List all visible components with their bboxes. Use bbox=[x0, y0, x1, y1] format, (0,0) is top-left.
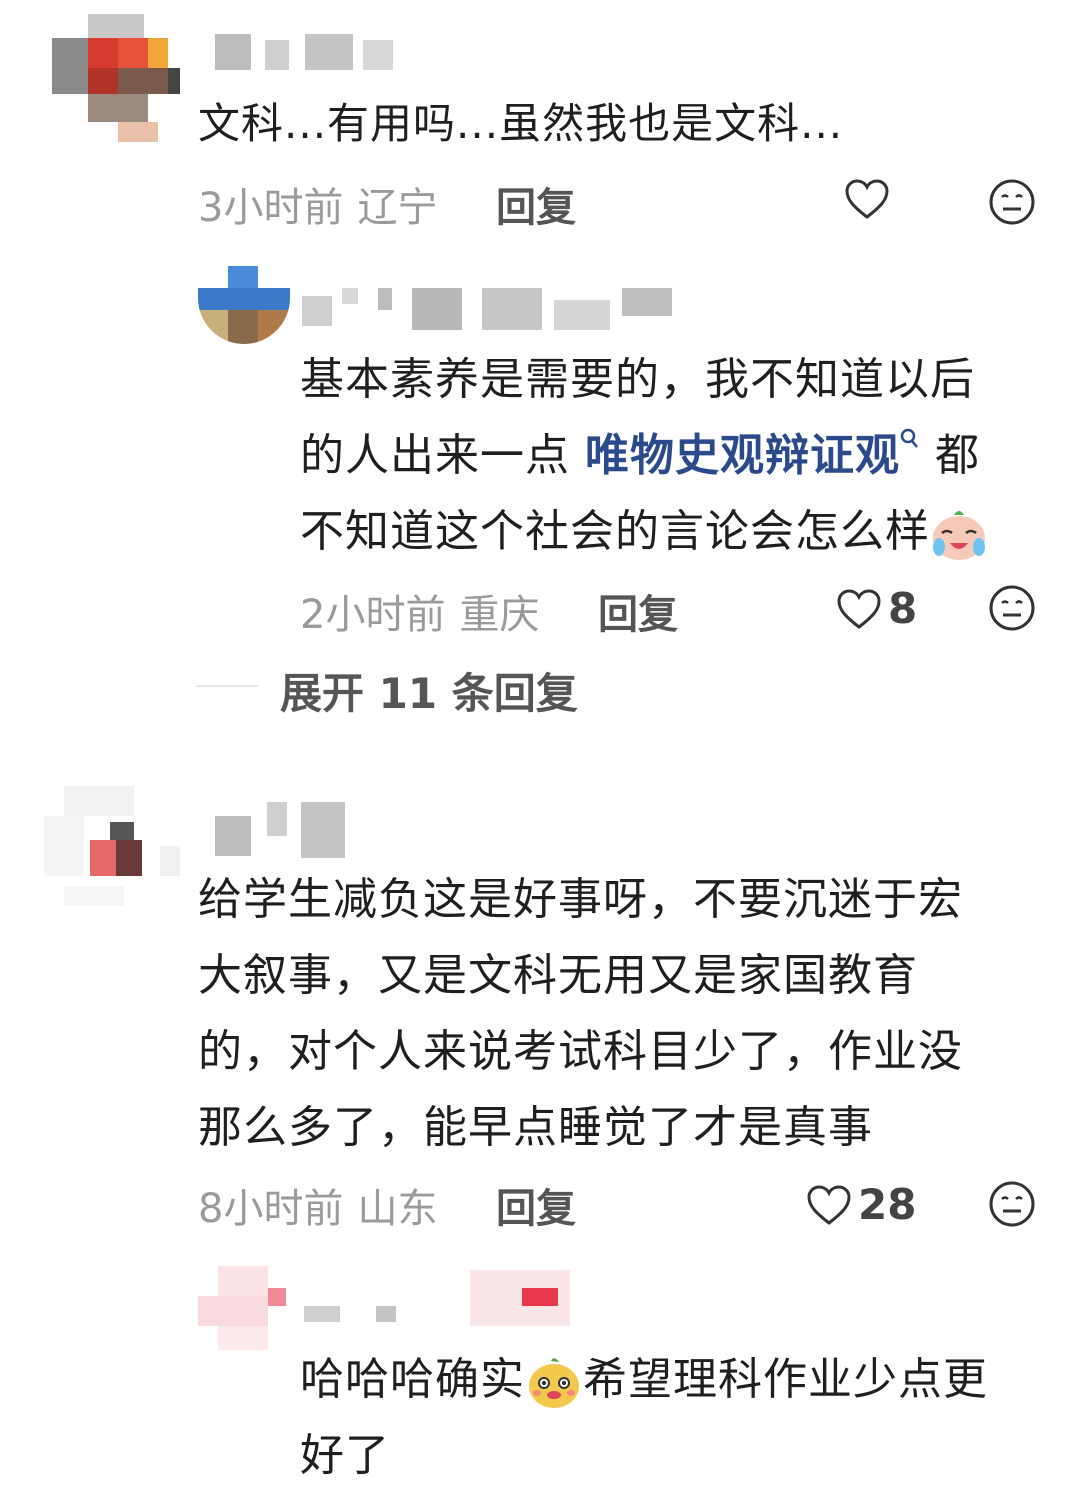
avatar[interactable] bbox=[52, 14, 180, 142]
location: 重庆 bbox=[459, 592, 540, 638]
reply-button[interactable]: 回复 bbox=[598, 582, 678, 640]
topic-link[interactable]: 唯物史观辩证观 bbox=[585, 428, 920, 481]
heart-outline-icon bbox=[807, 1184, 851, 1225]
reply-button[interactable]: 回复 bbox=[496, 175, 576, 233]
neutral-face-icon bbox=[989, 1181, 1035, 1227]
smug-face-emoji-icon bbox=[529, 1358, 579, 1408]
location: 山东 bbox=[357, 1186, 438, 1232]
divider bbox=[196, 685, 258, 687]
crying-laughing-emoji-icon bbox=[933, 511, 985, 560]
expand-replies-button[interactable]: 展开 11 条回复 bbox=[280, 660, 578, 721]
search-icon bbox=[900, 428, 918, 448]
dislike-button[interactable] bbox=[988, 178, 1036, 230]
neutral-face-icon bbox=[989, 585, 1035, 631]
comment-meta: 8小时前 山东 bbox=[198, 1176, 437, 1234]
reply-meta: 2小时前 重庆 bbox=[300, 582, 539, 640]
like-button[interactable]: 8 bbox=[836, 584, 917, 633]
avatar[interactable] bbox=[198, 266, 290, 344]
like-button[interactable]: 28 bbox=[806, 1180, 916, 1229]
username[interactable] bbox=[215, 802, 345, 858]
comment-text: 文科...有用吗...虽然我也是文科... bbox=[198, 99, 844, 148]
heart-outline-icon bbox=[845, 179, 889, 219]
like-count: 28 bbox=[858, 1180, 917, 1229]
heart-outline-icon bbox=[837, 588, 881, 629]
avatar[interactable] bbox=[44, 786, 184, 906]
dislike-button[interactable] bbox=[988, 1180, 1036, 1232]
neutral-face-icon bbox=[989, 179, 1035, 225]
timestamp: 3小时前 bbox=[198, 185, 344, 231]
timestamp: 8小时前 bbox=[198, 1186, 344, 1232]
location: 辽宁 bbox=[357, 185, 438, 231]
reply-text: 哈哈哈确实 希望理科作业少点更 好了 bbox=[300, 1354, 988, 1481]
comment-meta: 3小时前 辽宁 bbox=[198, 175, 437, 233]
dislike-button[interactable] bbox=[988, 584, 1036, 636]
username[interactable] bbox=[302, 284, 682, 330]
reply-text: 基本素养是需要的，我不知道以后 的人出来一点 唯物史观辩证观 都 不知道这个社会… bbox=[300, 342, 1060, 570]
reply-button[interactable]: 回复 bbox=[496, 1176, 576, 1234]
comment-text: 给学生减负这是好事呀，不要沉迷于宏 大叙事，又是文科无用又是家国教育 的，对个人… bbox=[198, 874, 963, 1153]
username[interactable] bbox=[215, 34, 395, 70]
like-count: 8 bbox=[888, 584, 918, 633]
avatar[interactable] bbox=[198, 1266, 290, 1350]
username[interactable] bbox=[304, 1270, 574, 1326]
timestamp: 2小时前 bbox=[300, 592, 446, 638]
like-button[interactable] bbox=[844, 178, 896, 220]
